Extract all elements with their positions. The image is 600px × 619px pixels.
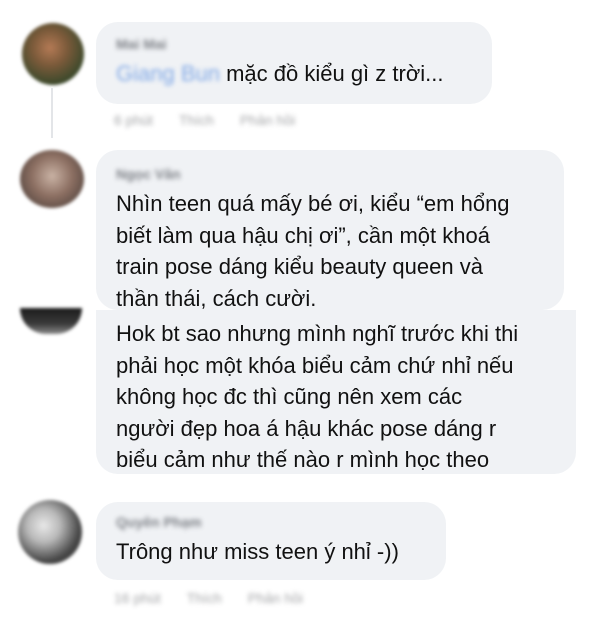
avatar[interactable] <box>22 23 84 85</box>
comment-meta: 6 phút Thích Phản hồi <box>114 112 295 128</box>
avatar[interactable] <box>20 150 84 208</box>
comment-bubble: Ngọc Vân Nhìn teen quá mấy bé ơi, kiểu “… <box>96 150 564 311</box>
comment-bubble: Hok bt sao nhưng mình nghĩ trước khi thi… <box>96 310 576 474</box>
like-link[interactable]: Thích <box>187 590 222 606</box>
comment-line: người đẹp hoa á hậu khác pose dáng r <box>116 415 497 441</box>
comment-time[interactable]: 16 phút <box>114 590 161 606</box>
reply-link[interactable]: Phản hồi <box>248 590 303 606</box>
comment-author[interactable]: Quyên Phạm <box>116 514 426 530</box>
comment-body: mặc đồ kiểu gì z trời... <box>226 61 444 86</box>
comment-line: phải học một khóa biểu cảm chứ nhỉ nếu <box>116 352 514 378</box>
comment-bubble: Mai Mai Giang Bun mặc đồ kiểu gì z trời.… <box>96 22 492 104</box>
avatar[interactable] <box>18 500 82 564</box>
avatar[interactable] <box>20 308 82 334</box>
comment-meta: 16 phút Thích Phản hồi <box>114 590 303 606</box>
comment-bubble: Quyên Phạm Trông như miss teen ý nhỉ -)) <box>96 502 446 580</box>
comment-line: không học đc thì cũng nên xem các <box>116 384 463 409</box>
reply-link[interactable]: Phản hồi <box>240 112 295 128</box>
thread-line <box>51 88 53 138</box>
comment-author[interactable]: Mai Mai <box>116 36 472 52</box>
comment-text: Hok bt sao nhưng mình nghĩ trước khi thi… <box>116 318 556 476</box>
comment-line: biết làm qua hậu chị ơi”, cần một khoá <box>116 222 490 248</box>
comment-author[interactable]: Ngọc Vân <box>116 166 544 182</box>
comment-line: Nhìn teen quá mấy bé ơi, kiểu “em hổng <box>116 191 510 216</box>
like-link[interactable]: Thích <box>179 112 214 128</box>
comment-line: Hok bt sao nhưng mình nghĩ trước khi thi <box>116 321 519 346</box>
comment-line: biểu cảm như thế nào r mình học theo <box>116 447 490 472</box>
comment-text: Nhìn teen quá mấy bé ơi, kiểu “em hổng b… <box>116 188 544 314</box>
comment-text: Giang Bun mặc đồ kiểu gì z trời... <box>116 58 472 90</box>
comment-text: Trông như miss teen ý nhỉ -)) <box>116 539 399 564</box>
comment-time[interactable]: 6 phút <box>114 112 153 128</box>
comment-line: train pose dáng kiểu beauty queen và <box>116 254 483 279</box>
mention-link[interactable]: Giang Bun <box>116 61 220 86</box>
